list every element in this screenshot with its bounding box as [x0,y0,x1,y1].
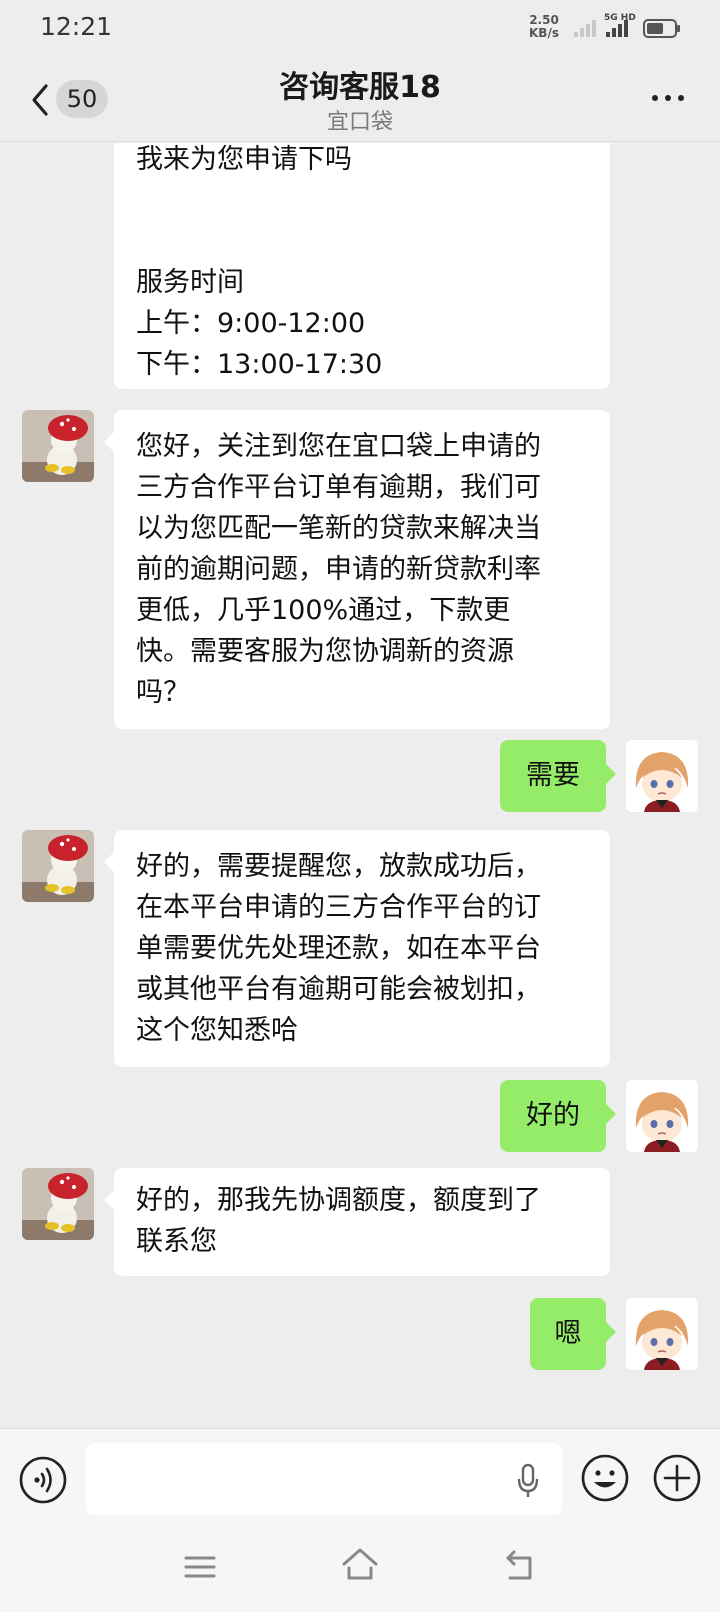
message-bubble-outgoing[interactable]: 嗯 [530,1298,616,1370]
status-time: 12:21 [40,12,113,41]
plus-circle-icon[interactable] [652,1453,702,1503]
message-bubble-outgoing[interactable]: 好的 [500,1080,616,1152]
battery-icon [643,19,680,38]
status-bar: 12:21 2.50 KB/s 5G HD [0,0,720,56]
network-speed: 2.50 KB/s [524,14,564,40]
home-icon[interactable] [340,1546,380,1582]
message-list[interactable]: 我来为您申请下吗 服务时间 上午：9:00-12:00 下午：13:00-17:… [0,143,720,1428]
chat-subtitle: 宜口袋 [326,110,393,135]
menu-icon[interactable] [182,1552,218,1582]
more-horizontal-icon[interactable] [650,86,686,110]
system-nav-bar [0,1524,720,1612]
message-bubble-incoming[interactable]: 我来为您申请下吗 服务时间 上午：9:00-12:00 下午：13:00-17:… [114,143,610,389]
user-avatar[interactable] [626,1298,698,1370]
chat-title: 咨询客服18 [279,70,441,105]
chat-header: 50 咨询客服18 宜口袋 [0,56,720,142]
message-bubble-incoming[interactable]: 好的，那我先协调额度，额度到了 联系您 [104,1168,610,1276]
signal-5g-icon [606,20,628,37]
message-bubble-incoming[interactable]: 您好，关注到您在宜口袋上申请的 三方合作平台订单有逾期，我们可 以为您匹配一笔新… [104,410,610,729]
user-avatar[interactable] [626,1080,698,1152]
message-input[interactable] [86,1443,562,1515]
user-avatar[interactable] [626,740,698,812]
microphone-icon[interactable] [516,1463,540,1499]
message-bubble-incoming[interactable]: 好的，需要提醒您，放款成功后， 在本平台申请的三方合作平台的订 单需要优先处理还… [104,830,610,1067]
agent-avatar[interactable] [22,1168,94,1240]
voice-icon[interactable] [18,1455,68,1505]
network-speed-unit: KB/s [529,26,559,40]
agent-avatar[interactable] [22,410,94,482]
signal-icon [574,20,596,37]
emoji-icon[interactable] [580,1453,630,1503]
message-bubble-outgoing[interactable]: 需要 [500,740,616,812]
back-arrow-icon[interactable] [500,1548,536,1582]
chat-input-bar [0,1428,720,1524]
agent-avatar[interactable] [22,830,94,902]
